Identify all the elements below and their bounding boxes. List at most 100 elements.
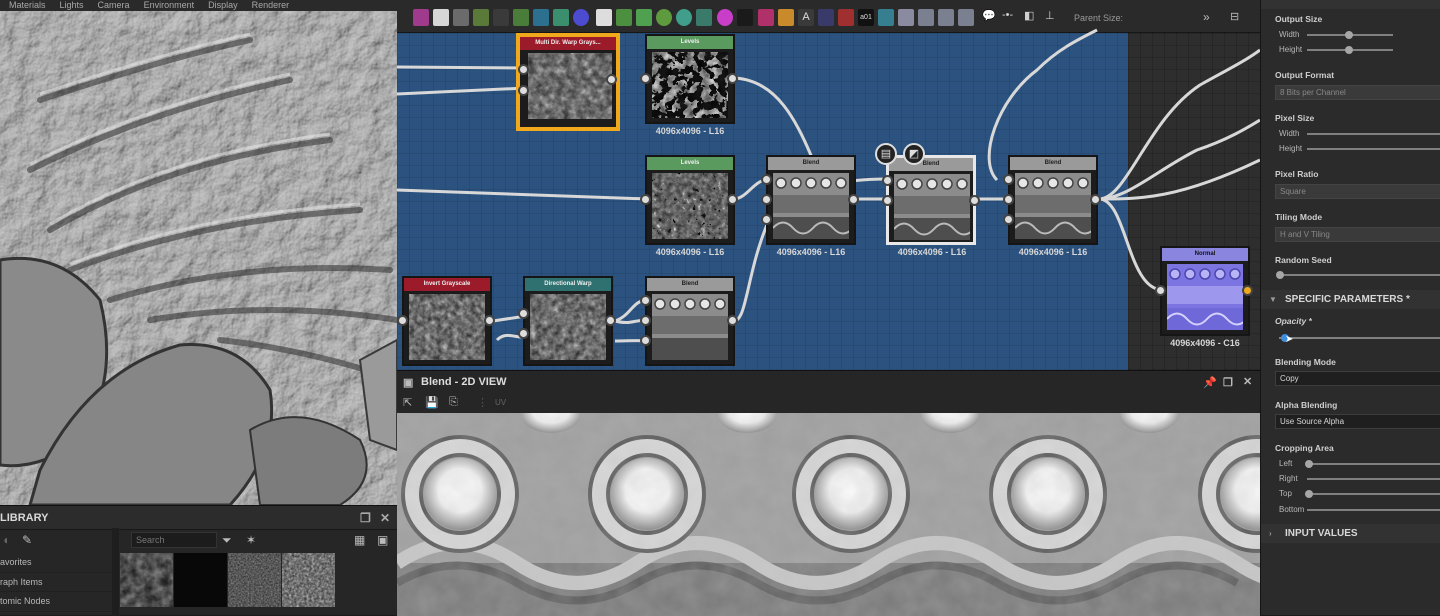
node-input-port[interactable] (518, 308, 529, 319)
node-input-port[interactable] (882, 175, 893, 186)
2d-view-image[interactable] (397, 413, 1260, 616)
node-output-port[interactable] (727, 73, 738, 84)
opacity-slider[interactable] (1279, 337, 1440, 339)
node-invert-grayscale[interactable]: Invert Grayscale (397, 276, 495, 366)
uv-tile-icon[interactable]: ⋮ (477, 396, 488, 409)
graph-view[interactable]: A a01 💬 -•- ◧ ⊥ Parent Size: » ⊟ Multi D… (397, 0, 1260, 370)
checker-icon[interactable]: ◩ (903, 143, 925, 165)
node-input-port[interactable] (640, 73, 651, 84)
library-splitter[interactable] (112, 528, 119, 616)
node-input-port[interactable] (761, 214, 772, 225)
maximize-icon[interactable]: ❐ (1223, 376, 1233, 389)
node-levels[interactable]: Levels (640, 155, 738, 245)
menu-lights[interactable]: Lights (60, 0, 84, 11)
save-icon[interactable]: 💾 (425, 396, 439, 409)
node-output-port[interactable] (727, 315, 738, 326)
node-input-port[interactable] (518, 328, 529, 339)
pin-icon[interactable]: 📌 (1203, 376, 1217, 389)
output-format-dropdown[interactable]: 8 Bits per Channel (1275, 85, 1440, 100)
node-input-port[interactable] (761, 194, 772, 205)
node-blend[interactable]: Blend (761, 155, 859, 245)
copy-icon[interactable]: ⎘ (449, 396, 458, 409)
menu-display[interactable]: Display (208, 0, 238, 11)
favorite-star-icon[interactable]: ✶ (246, 533, 256, 547)
menu-renderer[interactable]: Renderer (252, 0, 290, 11)
node-levels[interactable]: Levels (640, 34, 738, 124)
node-output-port[interactable] (605, 315, 616, 326)
filter-icon[interactable]: ⏷ (222, 533, 232, 548)
node-input-port[interactable] (518, 85, 529, 96)
node-input-port[interactable] (761, 174, 772, 185)
crop-bottom-slider[interactable] (1307, 509, 1440, 511)
node-blend-active[interactable]: Blend (882, 155, 980, 245)
menu-materials[interactable]: Materials (9, 0, 46, 11)
2d-view-toolbar: ⇱ 💾 ⎘ ⋮ UV (397, 393, 1260, 413)
base-parameters-header[interactable] (1261, 0, 1440, 9)
node-output-port[interactable] (606, 74, 617, 85)
node-thumbnail (652, 294, 728, 360)
close-icon[interactable]: ✕ (1243, 375, 1252, 388)
node-blend[interactable]: Blend (1003, 155, 1101, 245)
node-output-port[interactable] (727, 194, 738, 205)
crop-top-knob[interactable] (1305, 490, 1313, 498)
menu-environment[interactable]: Environment (144, 0, 195, 11)
node-input-port[interactable] (882, 195, 893, 206)
export-icon[interactable]: ⇱ (403, 396, 412, 409)
node-input-port[interactable] (640, 315, 651, 326)
category-graph-items[interactable]: raph Items (0, 573, 112, 592)
node-output-port[interactable] (484, 315, 495, 326)
close-icon[interactable]: ✕ (380, 511, 390, 525)
tiling-mode-dropdown[interactable]: H and V Tiling (1275, 227, 1440, 242)
pencil-icon[interactable]: ✎ (22, 533, 32, 547)
library-thumbnail[interactable] (282, 553, 335, 607)
category-favorites[interactable]: avorites (0, 553, 112, 573)
node-output-port[interactable] (1242, 285, 1253, 296)
output-size-height-knob[interactable] (1345, 46, 1353, 54)
node-input-port[interactable] (1003, 194, 1014, 205)
panel-toggle-icon[interactable]: ▣ (377, 533, 388, 547)
node-input-port[interactable] (640, 295, 651, 306)
node-input-port[interactable] (1003, 214, 1014, 225)
random-seed-slider[interactable] (1279, 274, 1440, 276)
node-title: Blend (768, 157, 854, 170)
node-normal[interactable]: Normal (1155, 246, 1253, 336)
node-output-port[interactable] (848, 194, 859, 205)
blending-mode-dropdown[interactable]: Copy (1275, 371, 1440, 386)
grid-view-icon[interactable]: ▦ (354, 533, 365, 547)
node-output-port[interactable] (1090, 194, 1101, 205)
uv-dropdown[interactable]: UV (495, 398, 506, 407)
maximize-icon[interactable]: ❐ (360, 511, 371, 525)
node-input-port[interactable] (640, 335, 651, 346)
pixel-size-width-slider[interactable] (1307, 133, 1440, 135)
node-blend[interactable]: Blend (640, 276, 738, 366)
alpha-blending-dropdown[interactable]: Use Source Alpha (1275, 414, 1440, 429)
node-input-port[interactable] (518, 64, 529, 75)
node-input-port[interactable] (1155, 285, 1166, 296)
crop-top-slider[interactable] (1307, 493, 1440, 495)
library-thumbnail[interactable] (228, 553, 281, 607)
pixel-ratio-dropdown[interactable]: Square (1275, 184, 1440, 199)
back-icon[interactable]: ◖ (2, 533, 9, 547)
node-input-port[interactable] (397, 315, 408, 326)
3d-viewport[interactable]: Materials Lights Camera Environment Disp… (0, 0, 397, 505)
random-seed-knob[interactable] (1276, 271, 1284, 279)
node-multi-dir-warp[interactable]: Multi Dir. Warp Grays... (516, 33, 620, 131)
menu-camera[interactable]: Camera (98, 0, 130, 11)
crop-right-slider[interactable] (1307, 478, 1440, 480)
library-thumbnail[interactable] (174, 553, 227, 607)
specific-parameters-header[interactable]: ▼ SPECIFIC PARAMETERS * (1261, 290, 1440, 309)
library-thumbnail[interactable] (120, 553, 173, 607)
input-values-header[interactable]: › INPUT VALUES (1261, 524, 1440, 543)
document-icon[interactable]: ▤ (875, 143, 897, 165)
node-input-port[interactable] (640, 194, 651, 205)
library-search-input[interactable]: Search (131, 532, 217, 548)
crop-left-knob[interactable] (1305, 460, 1313, 468)
crop-right-label: Right (1279, 474, 1298, 483)
category-atomic-nodes[interactable]: tomic Nodes (0, 592, 112, 612)
node-directional-warp[interactable]: Directional Warp (518, 276, 616, 366)
output-size-width-knob[interactable] (1345, 31, 1353, 39)
node-output-port[interactable] (969, 195, 980, 206)
pixel-size-height-slider[interactable] (1307, 148, 1440, 150)
crop-left-slider[interactable] (1307, 463, 1440, 465)
node-input-port[interactable] (1003, 174, 1014, 185)
